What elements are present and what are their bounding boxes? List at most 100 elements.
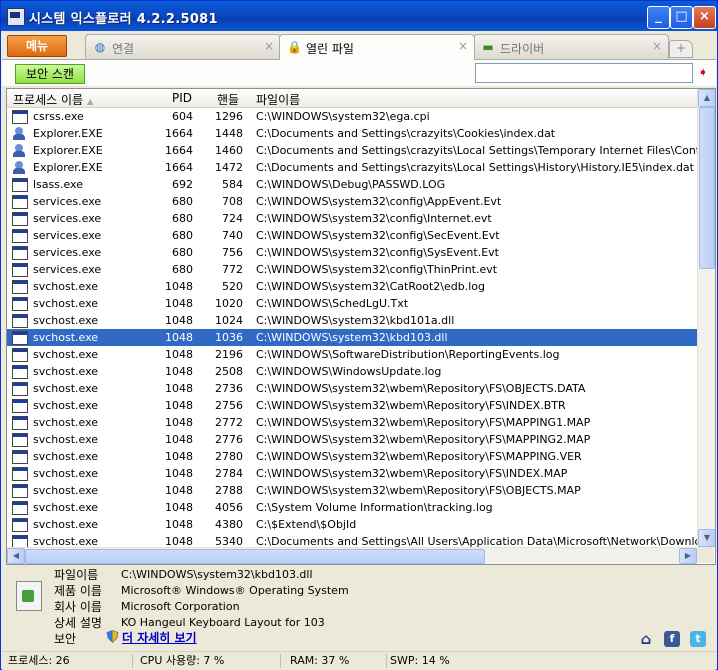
column-header-process[interactable]: 프로세스 이름 ▲ [13, 91, 93, 108]
file-path: C:\WINDOWS\Debug\PASSWD.LOG [256, 178, 446, 191]
file-value: C:\WINDOWS\system32\kbd103.dll [121, 568, 313, 581]
sort-ascending-icon: ▲ [87, 97, 94, 106]
process-name: svchost.exe [33, 399, 99, 412]
close-icon[interactable]: × [458, 39, 468, 53]
table-row[interactable]: svchost.exe 1048 4056 C:\System Volume Info… [7, 499, 697, 516]
table-row[interactable]: Explorer.EXE 1664 1448 C:\Documents and Set… [7, 125, 697, 142]
search-input[interactable] [475, 63, 693, 83]
process-window-icon [12, 263, 28, 277]
table-row[interactable]: services.exe 680 756 C:\WINDOWS\system32\co… [7, 244, 697, 261]
file-handle: 2780 [215, 450, 243, 463]
file-handle: 2772 [215, 416, 243, 429]
file-path: C:\WINDOWS\system32\config\Internet.evt [256, 212, 492, 225]
process-window-icon [12, 331, 28, 345]
column-header-filename[interactable]: 파일이름 [256, 91, 300, 108]
menu-button[interactable]: 메뉴 [7, 35, 67, 57]
table-row[interactable]: svchost.exe 1048 520 C:\WINDOWS\system32\Ca… [7, 278, 697, 295]
table-row[interactable]: svchost.exe 1048 2736 C:\WINDOWS\system32\w… [7, 380, 697, 397]
table-row[interactable]: svchost.exe 1048 2772 C:\WINDOWS\system32\w… [7, 414, 697, 431]
table-row[interactable]: svchost.exe 1048 1036 C:\WINDOWS\system32\k… [7, 329, 697, 346]
table-row[interactable]: lsass.exe 692 584 C:\WINDOWS\Debug\PASSWD.L… [7, 176, 697, 193]
status-ram-usage: RAM: 37 % [286, 654, 387, 668]
vertical-scroll-thumb[interactable] [699, 107, 715, 269]
list-rows: csrss.exe 604 1296 C:\WINDOWS\system32\ega.… [7, 108, 697, 550]
process-pid: 1048 [165, 280, 193, 293]
process-pid: 680 [172, 195, 193, 208]
explorer-process-icon [12, 144, 26, 157]
scroll-left-icon[interactable]: ◀ [7, 548, 25, 564]
table-row[interactable]: svchost.exe 1048 1020 C:\WINDOWS\SchedLgU.T… [7, 295, 697, 312]
file-path: C:\WINDOWS\SchedLgU.Txt [256, 297, 409, 310]
file-path: C:\Documents and Settings\crazyits\Local… [256, 161, 694, 174]
minimize-button[interactable]: _ [647, 6, 670, 29]
table-row[interactable]: svchost.exe 1048 2780 C:\WINDOWS\system32\w… [7, 448, 697, 465]
facebook-icon[interactable]: f [664, 631, 680, 647]
home-icon[interactable]: ⌂ [638, 631, 654, 647]
more-details-link[interactable]: 더 자세히 보기 [122, 629, 197, 646]
explorer-process-icon [12, 161, 26, 174]
process-pid: 1048 [165, 484, 193, 497]
process-pid: 680 [172, 212, 193, 225]
table-row[interactable]: Explorer.EXE 1664 1472 C:\Documents and Set… [7, 159, 697, 176]
table-row[interactable]: services.exe 680 740 C:\WINDOWS\system32\co… [7, 227, 697, 244]
tab-drivers[interactable]: ▬ 드라이버 × [473, 34, 669, 59]
app-icon[interactable] [7, 8, 25, 26]
table-row[interactable]: services.exe 680 772 C:\WINDOWS\system32\co… [7, 261, 697, 278]
process-window-icon [12, 314, 28, 328]
file-handle: 4380 [215, 518, 243, 531]
horizontal-scrollbar[interactable]: ◀ ▶ [7, 547, 697, 564]
horizontal-scroll-thumb[interactable] [25, 549, 485, 564]
file-path: C:\WINDOWS\system32\config\ThinPrint.evt [256, 263, 498, 276]
process-pid: 1048 [165, 348, 193, 361]
product-label: 제품 이름 [54, 584, 102, 598]
file-path: C:\WINDOWS\system32\wbem\Repository\FS\M… [256, 416, 591, 429]
scroll-up-icon[interactable]: ▲ [698, 89, 715, 107]
file-path: C:\WINDOWS\system32\kbd103.dll [256, 331, 448, 344]
file-handle: 1036 [215, 331, 243, 344]
scroll-right-icon[interactable]: ▶ [679, 548, 697, 564]
scroll-down-icon[interactable]: ▼ [698, 529, 715, 547]
new-tab-button[interactable]: + [669, 40, 693, 58]
file-handle: 4056 [215, 501, 243, 514]
table-row[interactable]: svchost.exe 1048 2756 C:\WINDOWS\system32\w… [7, 397, 697, 414]
security-scan-button[interactable]: 보안 스캔 [15, 64, 85, 84]
twitter-icon[interactable]: t [690, 631, 706, 647]
process-window-icon [12, 297, 28, 311]
process-name: svchost.exe [33, 416, 99, 429]
table-row[interactable]: services.exe 680 724 C:\WINDOWS\system32\co… [7, 210, 697, 227]
process-window-icon [12, 433, 28, 447]
process-name: svchost.exe [33, 433, 99, 446]
table-row[interactable]: svchost.exe 1048 2508 C:\WINDOWS\WindowsUpd… [7, 363, 697, 380]
close-icon[interactable]: × [264, 39, 274, 53]
close-icon[interactable]: × [652, 39, 662, 53]
search-arrow-icon[interactable]: ➧ [696, 65, 710, 79]
table-row[interactable]: svchost.exe 1048 2196 C:\WINDOWS\SoftwareDi… [7, 346, 697, 363]
table-row[interactable]: svchost.exe 1048 1024 C:\WINDOWS\system32\k… [7, 312, 697, 329]
table-row[interactable]: Explorer.EXE 1664 1460 C:\Documents and Set… [7, 142, 697, 159]
column-header-pid[interactable]: PID [172, 91, 192, 105]
table-row[interactable]: csrss.exe 604 1296 C:\WINDOWS\system32\ega.… [7, 108, 697, 125]
column-header-handle[interactable]: 핸들 [217, 91, 239, 108]
table-row[interactable]: svchost.exe 1048 2788 C:\WINDOWS\system32\w… [7, 482, 697, 499]
status-process-count: 프로세스: 26 [4, 654, 133, 668]
explorer-process-icon [12, 127, 26, 140]
table-row[interactable]: svchost.exe 1048 2776 C:\WINDOWS\system32\w… [7, 431, 697, 448]
process-name: svchost.exe [33, 314, 99, 327]
tab-open-files[interactable]: 🔒 열린 파일 × [279, 34, 475, 60]
process-name: Explorer.EXE [33, 161, 103, 174]
title-bar[interactable]: 시스템 익스플로러 4.2.2.5081 _ □ × [1, 1, 717, 31]
table-row[interactable]: svchost.exe 1048 4380 C:\$Extend\$ObjId [7, 516, 697, 533]
file-path: C:\WINDOWS\system32\wbem\Repository\FS\M… [256, 450, 582, 463]
file-path: C:\WINDOWS\system32\wbem\Repository\FS\M… [256, 433, 591, 446]
close-button[interactable]: × [693, 6, 716, 29]
process-name: services.exe [33, 212, 102, 225]
table-row[interactable]: svchost.exe 1048 2784 C:\WINDOWS\system32\w… [7, 465, 697, 482]
file-path: C:\WINDOWS\system32\wbem\Repository\FS\O… [256, 484, 581, 497]
maximize-button[interactable]: □ [670, 6, 693, 29]
file-handle: 2508 [215, 365, 243, 378]
tab-connections[interactable]: ◍ 연결 × [85, 34, 281, 59]
process-window-icon [12, 416, 28, 430]
window-title: 시스템 익스플로러 4.2.2.5081 [29, 12, 218, 27]
vertical-scrollbar[interactable]: ▲ ▼ [697, 89, 715, 547]
table-row[interactable]: services.exe 680 708 C:\WINDOWS\system32\co… [7, 193, 697, 210]
